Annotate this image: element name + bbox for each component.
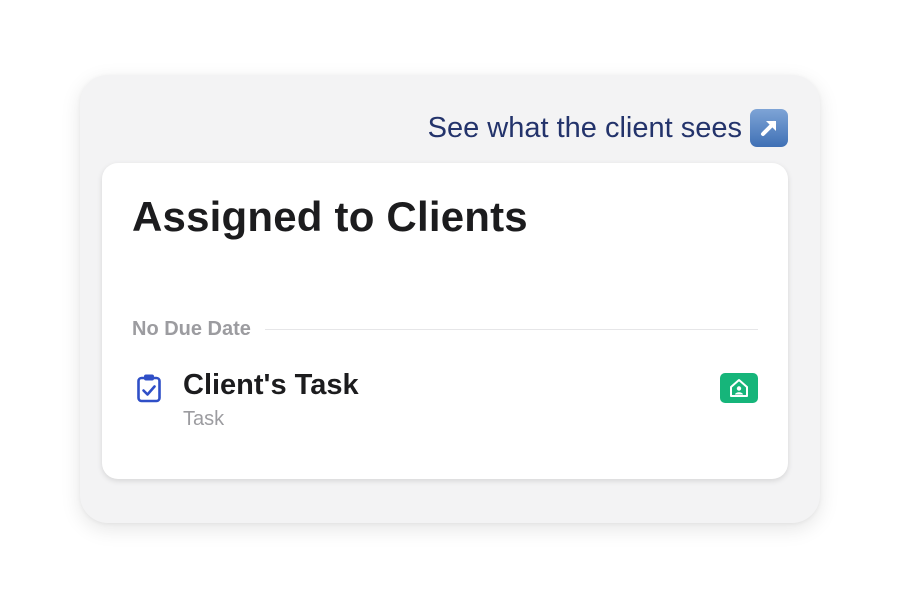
task-title: Client's Task xyxy=(183,369,359,401)
card-title: Assigned to Clients xyxy=(132,193,528,240)
assigned-clients-card: Assigned to Clients No Due Date Client's… xyxy=(102,163,788,479)
see-client-view-label: See what the client sees xyxy=(427,111,742,144)
section-header: No Due Date xyxy=(132,318,758,341)
clipboard-check-icon xyxy=(136,373,162,403)
client-home-icon xyxy=(720,373,758,403)
see-client-view-link[interactable]: See what the client sees xyxy=(428,109,788,147)
task-row[interactable]: Client's Task Task xyxy=(132,363,758,435)
assigned-clients-panel: See what the client sees Assigned to Cli… xyxy=(80,75,820,523)
external-arrow-icon xyxy=(750,109,788,147)
task-type-label: Task xyxy=(183,408,225,430)
section-divider xyxy=(264,329,758,330)
section-label-no-due-date: No Due Date xyxy=(132,318,251,340)
